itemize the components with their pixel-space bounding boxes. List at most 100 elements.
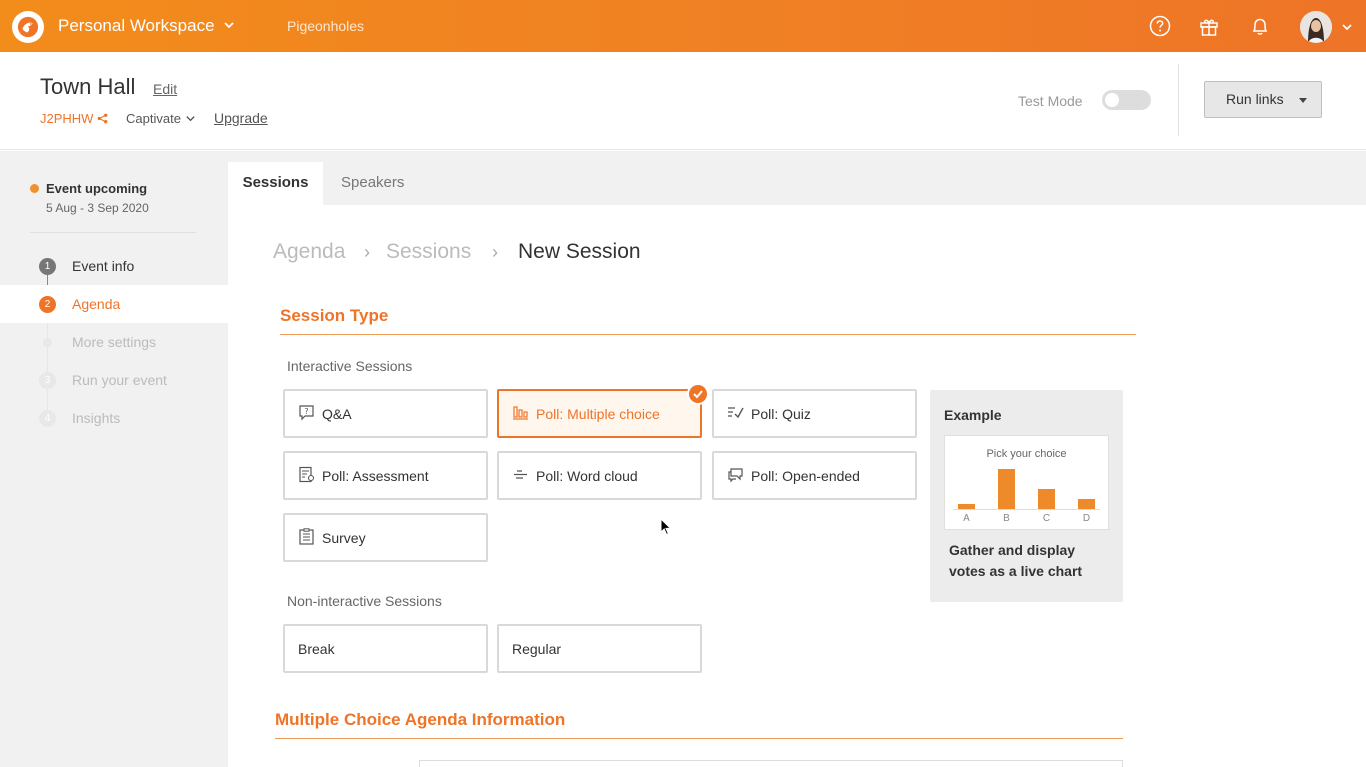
qa-icon: ? [299,405,314,421]
toggle-knob [1105,93,1119,107]
section-divider [275,738,1123,739]
open-ended-icon [728,468,743,483]
help-icon[interactable] [1149,15,1171,37]
tab-sessions[interactable]: Sessions [228,162,323,205]
bird-logo-icon [17,16,39,38]
test-mode-label: Test Mode [1018,93,1083,109]
run-links-button[interactable]: Run links [1204,81,1322,118]
section-title-multiple-choice: Multiple Choice Agenda Information [275,710,566,729]
option-break[interactable]: Break [283,624,488,673]
user-avatar-icon [1300,11,1332,43]
chart-bar-d [1078,499,1095,509]
option-poll-quiz[interactable]: Poll: Quiz [712,389,917,438]
option-poll-word-cloud[interactable]: Poll: Word cloud [497,451,702,500]
section-title-session-type: Session Type [280,306,389,325]
sidebar-item-insights[interactable]: 4 Insights [0,399,228,437]
non-interactive-sessions-label: Non-interactive Sessions [287,593,442,609]
step-number: 2 [39,296,56,313]
option-poll-multiple-choice[interactable]: Poll: Multiple choice [497,389,702,438]
bar-chart-icon [513,406,528,420]
sidebar-item-label: Agenda [72,296,121,312]
sidebar-item-label: Insights [72,410,121,426]
breadcrumb-separator: › [364,242,370,262]
workspace-name[interactable]: Personal Workspace [58,16,215,36]
option-regular[interactable]: Regular [497,624,702,673]
step-number: 4 [39,410,56,427]
chart-tick-label: D [1082,513,1091,524]
step-dot [43,338,52,347]
top-bar: Personal Workspace Pigeonholes [0,0,1366,52]
sidebar-item-agenda[interactable]: 2 Agenda [0,285,228,323]
section-divider [280,334,1136,335]
breadcrumb-sessions[interactable]: Sessions [386,240,471,264]
upgrade-link[interactable]: Upgrade [214,110,268,126]
session-title-input[interactable] [419,760,1123,767]
chart-bar-a [958,504,975,509]
example-title: Example [944,407,1002,423]
sidebar-item-run-your-event[interactable]: 3 Run your event [0,361,228,399]
header-divider [1178,64,1179,136]
chart-bar-c [1038,489,1055,509]
svg-text:?: ? [304,407,308,416]
share-icon[interactable] [97,113,108,124]
tab-speakers[interactable]: Speakers [341,162,421,205]
option-label: Survey [322,530,366,546]
status-dot [30,184,39,193]
event-code[interactable]: J2PHHW [40,111,93,126]
bell-icon[interactable] [1249,15,1271,37]
interactive-sessions-label: Interactive Sessions [287,358,413,374]
chevron-down-icon[interactable] [1340,20,1354,34]
sidebar-item-label: Event info [72,258,135,274]
mouse-cursor-icon [660,518,672,536]
example-chart-card: Pick your choice A B C D [944,435,1109,530]
app-logo[interactable] [12,11,44,43]
nav-pigeonholes[interactable]: Pigeonholes [287,18,364,34]
avatar[interactable] [1300,11,1332,43]
example-description: Gather and display votes as a live chart [949,542,1083,579]
step-number: 3 [39,372,56,389]
option-label: Poll: Open-ended [751,468,860,484]
survey-icon [299,528,314,545]
chevron-down-icon[interactable] [185,113,196,124]
edit-link[interactable]: Edit [153,81,177,97]
breadcrumb-separator: › [492,242,498,262]
option-label: Q&A [322,406,352,422]
gift-icon[interactable] [1198,15,1220,37]
option-poll-open-ended[interactable]: Poll: Open-ended [712,451,917,500]
caret-down-icon [1299,98,1307,103]
option-qa[interactable]: ? Q&A [283,389,488,438]
selected-check-icon [687,383,709,405]
sidebar-item-event-info[interactable]: 1 Event info [0,247,228,285]
event-title: Town Hall [40,74,136,99]
sidebar-divider [30,232,196,233]
example-panel: Example Pick your choice A B C D Gather and… [930,390,1123,602]
word-cloud-icon [514,470,527,479]
event-header: Town Hall Edit J2PHHW Captivate Upgrade … [0,52,1366,150]
chart-tick-label: A [963,513,970,524]
chart-tick-label: C [1042,513,1051,524]
option-label: Poll: Word cloud [536,468,638,484]
sidebar-item-label: More settings [72,334,157,350]
option-label: Regular [512,641,562,657]
breadcrumb-agenda[interactable]: Agenda [273,240,345,264]
assessment-icon [299,466,315,483]
chart-tick-label: B [1003,513,1010,524]
example-question: Pick your choice [986,448,1067,460]
chevron-down-icon[interactable] [222,18,236,32]
run-links-label: Run links [1226,91,1284,107]
option-label: Poll: Multiple choice [536,406,660,422]
quiz-icon [728,407,744,419]
sidebar-item-label: Run your event [72,372,167,388]
option-label: Poll: Assessment [322,468,429,484]
option-poll-assessment[interactable]: Poll: Assessment [283,451,488,500]
option-label: Poll: Quiz [751,406,811,422]
chart-axis [953,509,1100,510]
chart-bar-b [998,469,1015,509]
event-status: Event upcoming [46,181,148,196]
event-dates: 5 Aug - 3 Sep 2020 [46,201,149,215]
sidebar-item-more-settings[interactable]: More settings [0,323,228,361]
option-label: Break [298,641,335,657]
plan-dropdown[interactable]: Captivate [126,111,181,126]
option-survey[interactable]: Survey [283,513,488,562]
test-mode-toggle[interactable] [1102,90,1151,110]
